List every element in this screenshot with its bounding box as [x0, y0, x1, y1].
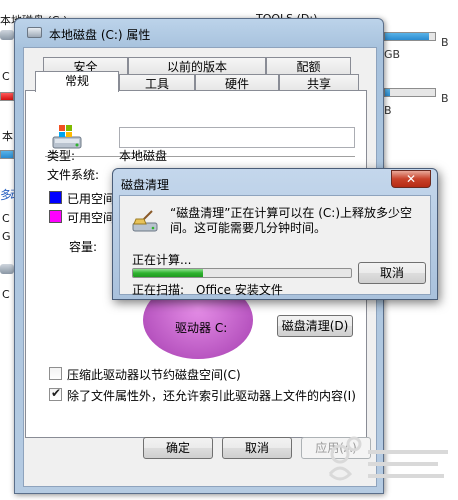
drive-d-size: GB	[384, 48, 401, 61]
drive-label: 驱动器 C:	[175, 321, 228, 335]
bg-fragment: B	[441, 92, 449, 105]
capacity-label: 容量:	[69, 240, 98, 254]
free-space-swatch	[49, 210, 62, 223]
cleanup-body: “磁盘清理”正在计算可以在 (C:)上释放多少空间。这可能需要几分钟时间。 正在…	[119, 195, 431, 297]
disk-cleanup-button[interactable]: 磁盘清理(D)	[277, 315, 353, 337]
type-label: 类型:	[47, 149, 76, 163]
cleanup-progress-bar	[132, 268, 352, 278]
properties-titlebar[interactable]: 本地磁盘 (C:) 属性	[15, 19, 383, 45]
compress-checkbox[interactable]	[49, 367, 62, 380]
disk-cleanup-icon	[132, 210, 158, 232]
scanning-label: 正在扫描:	[132, 283, 185, 297]
calculating-label: 正在计算...	[132, 253, 192, 267]
properties-title: 本地磁盘 (C:) 属性	[49, 28, 151, 42]
close-button[interactable]: ✕	[391, 170, 431, 188]
disk-icon	[0, 264, 14, 274]
cleanup-message: “磁盘清理”正在计算可以在 (C:)上释放多少空间。这可能需要几分钟时间。	[170, 206, 413, 235]
filesystem-label: 文件系统:	[47, 168, 100, 182]
bg-fragment: C	[2, 70, 10, 83]
check-icon: ✔	[51, 386, 62, 400]
bg-fragment: C	[2, 288, 10, 301]
bg-fragment: B	[441, 36, 449, 49]
drive-name-input[interactable]	[119, 127, 355, 148]
compress-label[interactable]: 压缩此驱动器以节约磁盘空间(C)	[67, 366, 241, 383]
progress-fill	[133, 269, 203, 277]
drive-usage-bar	[0, 150, 14, 159]
cancel-button[interactable]: 取消	[222, 437, 292, 459]
bg-fragment: B	[384, 104, 392, 117]
disk-cleanup-dialog: 磁盘清理 ✕ “磁盘清理”正在计算可以在 (C:)上释放多少空间。这可能需要几分…	[112, 168, 438, 300]
drive-usage-bar-red	[0, 92, 14, 101]
disk-icon	[0, 30, 14, 40]
scanning-value: Office 安装文件	[196, 283, 283, 297]
tab-general[interactable]: 常规	[35, 71, 119, 92]
drive-icon	[27, 27, 42, 38]
index-label[interactable]: 除了文件属性外，还允许索引此驱动器上文件的内容(I)	[67, 387, 356, 404]
cleanup-cancel-button[interactable]: 取消	[358, 262, 426, 284]
baidu-watermark-icon	[328, 436, 448, 481]
bg-fragment: 本	[2, 130, 13, 143]
cleanup-title: 磁盘清理	[121, 178, 170, 192]
bg-fragment: C	[2, 212, 10, 225]
drive-usage-bar	[384, 88, 436, 97]
bg-fragment: G	[2, 230, 11, 243]
ok-button[interactable]: 确定	[143, 437, 213, 459]
type-value: 本地磁盘	[119, 149, 168, 163]
free-space-label: 可用空间	[67, 211, 116, 225]
divider	[45, 156, 355, 157]
used-space-label: 已用空间	[67, 192, 116, 206]
used-space-swatch	[49, 191, 62, 204]
index-checkbox[interactable]: ✔	[49, 386, 62, 401]
drive-d-usage-bar	[384, 32, 436, 41]
